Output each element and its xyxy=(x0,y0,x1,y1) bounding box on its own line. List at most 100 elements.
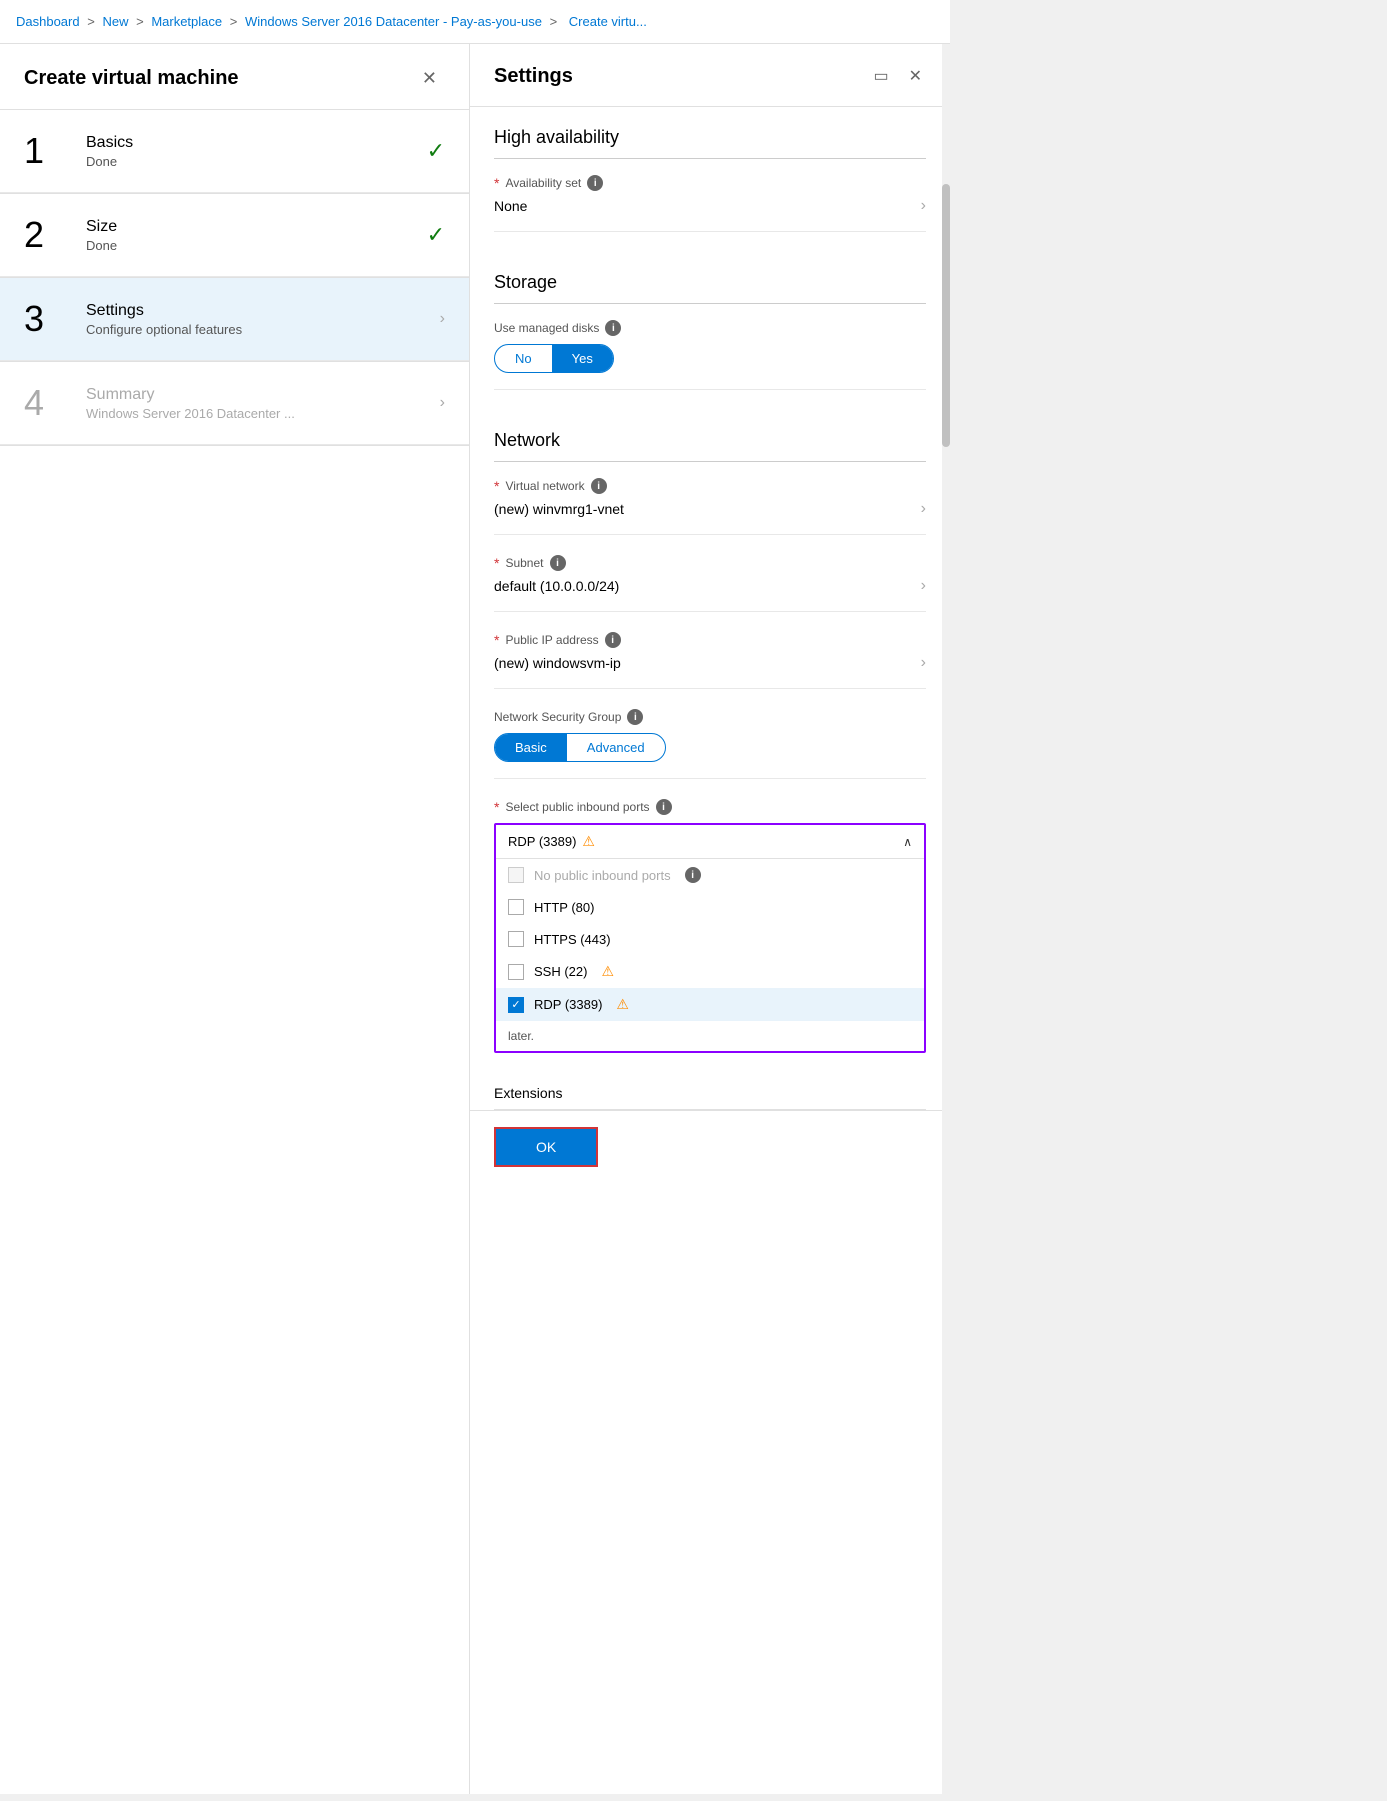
managed-disks-yes-button[interactable]: Yes xyxy=(552,345,613,372)
step-1-title: Basics xyxy=(86,134,427,152)
availability-set-required-star: * xyxy=(494,175,499,191)
public-ip-label-text: Public IP address xyxy=(505,633,598,647)
public-ip-value-row[interactable]: (new) windowsvm-ip › xyxy=(494,654,926,672)
rdp-warning-icon: ⚠ xyxy=(582,833,595,850)
port-https-checkbox xyxy=(508,931,524,947)
breadcrumb-new[interactable]: New xyxy=(102,14,128,29)
step-4-subtitle: Windows Server 2016 Datacenter ... xyxy=(86,406,440,421)
step-2-number: 2 xyxy=(24,214,74,256)
maximize-button[interactable]: ▭ xyxy=(869,62,892,90)
ports-dropdown-chevron-icon: ∧ xyxy=(903,835,912,849)
subnet-chevron-icon: › xyxy=(921,577,926,595)
settings-content: High availability * Availability set i N… xyxy=(470,107,950,1110)
public-ip-required-star: * xyxy=(494,632,499,648)
subnet-info-icon[interactable]: i xyxy=(550,555,566,571)
extensions-section-title: Extensions xyxy=(494,1069,926,1110)
availability-set-field: * Availability set i None › xyxy=(494,175,926,232)
step-3-subtitle: Configure optional features xyxy=(86,322,440,337)
port-none-info-icon[interactable]: i xyxy=(685,867,701,883)
network-section-title: Network xyxy=(494,410,926,462)
step-2-title: Size xyxy=(86,218,427,236)
availability-set-value-row[interactable]: None › xyxy=(494,197,926,215)
step-4-chevron-icon: › xyxy=(440,394,445,412)
panel-controls: ▭ ✕ xyxy=(869,62,926,90)
port-ssh-checkbox xyxy=(508,964,524,980)
public-ip-info-icon[interactable]: i xyxy=(605,632,621,648)
managed-disks-label: Use managed disks i xyxy=(494,320,926,336)
virtual-network-chevron-icon: › xyxy=(921,500,926,518)
virtual-network-value-row[interactable]: (new) winvmrg1-vnet › xyxy=(494,500,926,518)
rdp-warning-icon-2: ⚠ xyxy=(616,996,629,1013)
close-wizard-button[interactable]: ✕ xyxy=(414,64,445,93)
virtual-network-value: (new) winvmrg1-vnet xyxy=(494,501,624,517)
ok-button[interactable]: OK xyxy=(494,1127,598,1167)
port-none-checkbox xyxy=(508,867,524,883)
virtual-network-required-star: * xyxy=(494,478,499,494)
select-ports-container: * Select public inbound ports i RDP (338… xyxy=(494,799,926,1053)
port-none-label: No public inbound ports xyxy=(534,868,671,883)
step-2[interactable]: 2 Size Done ✓ xyxy=(0,194,469,277)
nsg-info-icon[interactable]: i xyxy=(627,709,643,725)
public-ip-field: * Public IP address i (new) windowsvm-ip… xyxy=(494,632,926,689)
step-3-number: 3 xyxy=(24,298,74,340)
scrollbar-thumb[interactable] xyxy=(942,184,950,447)
step-3-title: Settings xyxy=(86,302,440,320)
virtual-network-info-icon[interactable]: i xyxy=(591,478,607,494)
nsg-field: Network Security Group i Basic Advanced xyxy=(494,709,926,779)
port-rdp-checkbox: ✓ xyxy=(508,997,524,1013)
left-panel-header: Create virtual machine ✕ xyxy=(0,44,469,110)
managed-disks-toggle: No Yes xyxy=(494,344,614,373)
close-panel-button[interactable]: ✕ xyxy=(905,62,926,90)
steps-container: 1 Basics Done ✓ 2 Size Done ✓ xyxy=(0,110,469,446)
subnet-value-row[interactable]: default (10.0.0.0/24) › xyxy=(494,577,926,595)
step-1-number: 1 xyxy=(24,130,74,172)
nsg-basic-button[interactable]: Basic xyxy=(495,734,567,761)
availability-set-label: * Availability set i xyxy=(494,175,926,191)
wizard-title: Create virtual machine xyxy=(24,67,239,90)
scrollbar-track xyxy=(942,44,950,1794)
nsg-label-text: Network Security Group xyxy=(494,710,621,724)
breadcrumb-current: Create virtu... xyxy=(569,14,647,29)
virtual-network-field: * Virtual network i (new) winvmrg1-vnet … xyxy=(494,478,926,535)
public-ip-chevron-icon: › xyxy=(921,654,926,672)
port-option-https[interactable]: HTTPS (443) xyxy=(496,923,924,955)
breadcrumb-product[interactable]: Windows Server 2016 Datacenter - Pay-as-… xyxy=(245,14,542,29)
availability-set-chevron-icon: › xyxy=(921,197,926,215)
port-http-checkbox xyxy=(508,899,524,915)
port-option-rdp[interactable]: ✓ RDP (3389) ⚠ xyxy=(496,988,924,1021)
ssh-warning-icon: ⚠ xyxy=(601,963,614,980)
breadcrumb-marketplace[interactable]: Marketplace xyxy=(151,14,222,29)
availability-set-label-text: Availability set xyxy=(505,176,581,190)
managed-disks-field: Use managed disks i No Yes xyxy=(494,320,926,390)
ok-button-container: OK xyxy=(470,1110,950,1183)
managed-disks-no-button[interactable]: No xyxy=(495,345,552,372)
high-availability-section-title: High availability xyxy=(494,107,926,159)
availability-set-info-icon[interactable]: i xyxy=(587,175,603,191)
virtual-network-label: * Virtual network i xyxy=(494,478,926,494)
step-2-info: Size Done xyxy=(86,218,427,253)
step-4[interactable]: 4 Summary Windows Server 2016 Datacenter… xyxy=(0,362,469,445)
ports-dropdown-header[interactable]: RDP (3389) ⚠ ∧ xyxy=(496,825,924,859)
select-ports-label: * Select public inbound ports i xyxy=(494,799,926,815)
nsg-advanced-button[interactable]: Advanced xyxy=(567,734,665,761)
ports-dropdown: RDP (3389) ⚠ ∧ No public inbound ports i xyxy=(494,823,926,1053)
right-panel: Settings ▭ ✕ High availability * Availab… xyxy=(470,44,950,1794)
step-1-check-icon: ✓ xyxy=(427,138,445,164)
subnet-field: * Subnet i default (10.0.0.0/24) › xyxy=(494,555,926,612)
step-1[interactable]: 1 Basics Done ✓ xyxy=(0,110,469,193)
port-option-http[interactable]: HTTP (80) xyxy=(496,891,924,923)
select-ports-info-icon[interactable]: i xyxy=(656,799,672,815)
port-option-none[interactable]: No public inbound ports i xyxy=(496,859,924,891)
availability-set-value: None xyxy=(494,198,527,214)
managed-disks-info-icon[interactable]: i xyxy=(605,320,621,336)
step-2-check-icon: ✓ xyxy=(427,222,445,248)
nsg-label: Network Security Group i xyxy=(494,709,926,725)
breadcrumb-dashboard[interactable]: Dashboard xyxy=(16,14,80,29)
port-option-ssh[interactable]: SSH (22) ⚠ xyxy=(496,955,924,988)
nsg-toggle: Basic Advanced xyxy=(494,733,666,762)
step-3[interactable]: 3 Settings Configure optional features › xyxy=(0,278,469,361)
subnet-required-star: * xyxy=(494,555,499,571)
port-ssh-label: SSH (22) xyxy=(534,964,587,979)
left-panel: Create virtual machine ✕ 1 Basics Done ✓… xyxy=(0,44,470,1794)
managed-disks-label-text: Use managed disks xyxy=(494,321,599,335)
